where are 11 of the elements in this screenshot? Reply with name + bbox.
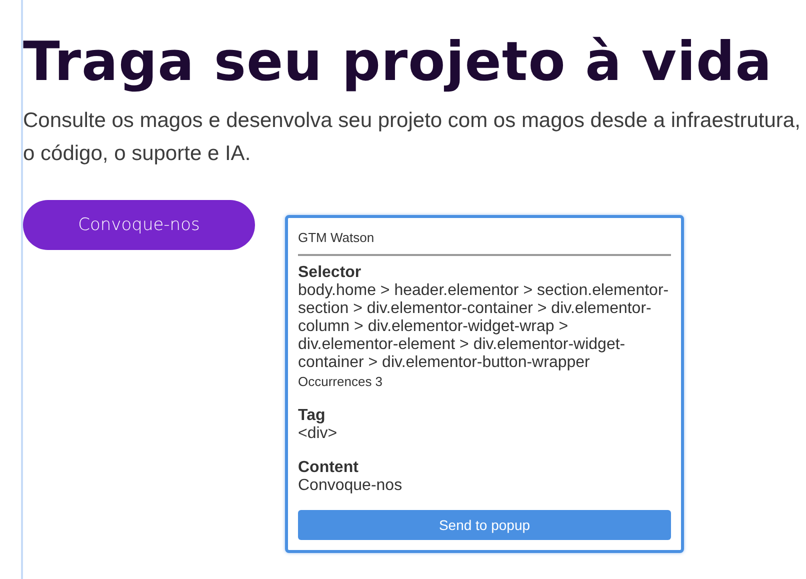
section-label: Content [298,459,360,477]
section-value: body.home > header.elementor > section.elementor-section > div.elementor-container > div.elementor-column > div.elementor-widget-wrap > div.elementor-element > div.elementor-widget-container > div.elementor-button-wrapper [298,282,670,372]
page-description: Consulte os magos e desenvolva seu projeto com os magos desde a infraestrutura, o código, o suporte e IA. [23,108,802,167]
page-heading: Traga seu projeto à vida [23,29,774,95]
section-value: <div> [298,425,338,443]
call-to-action-button[interactable]: Convoque-nos [23,200,255,250]
section-value: Convoque-nos [298,477,404,495]
popup-title: GTM Watson [298,230,671,256]
section-label: Tag [298,407,326,425]
occurrences-count: Occurrences 3 [298,373,384,391]
section-label: Selector [298,264,362,282]
